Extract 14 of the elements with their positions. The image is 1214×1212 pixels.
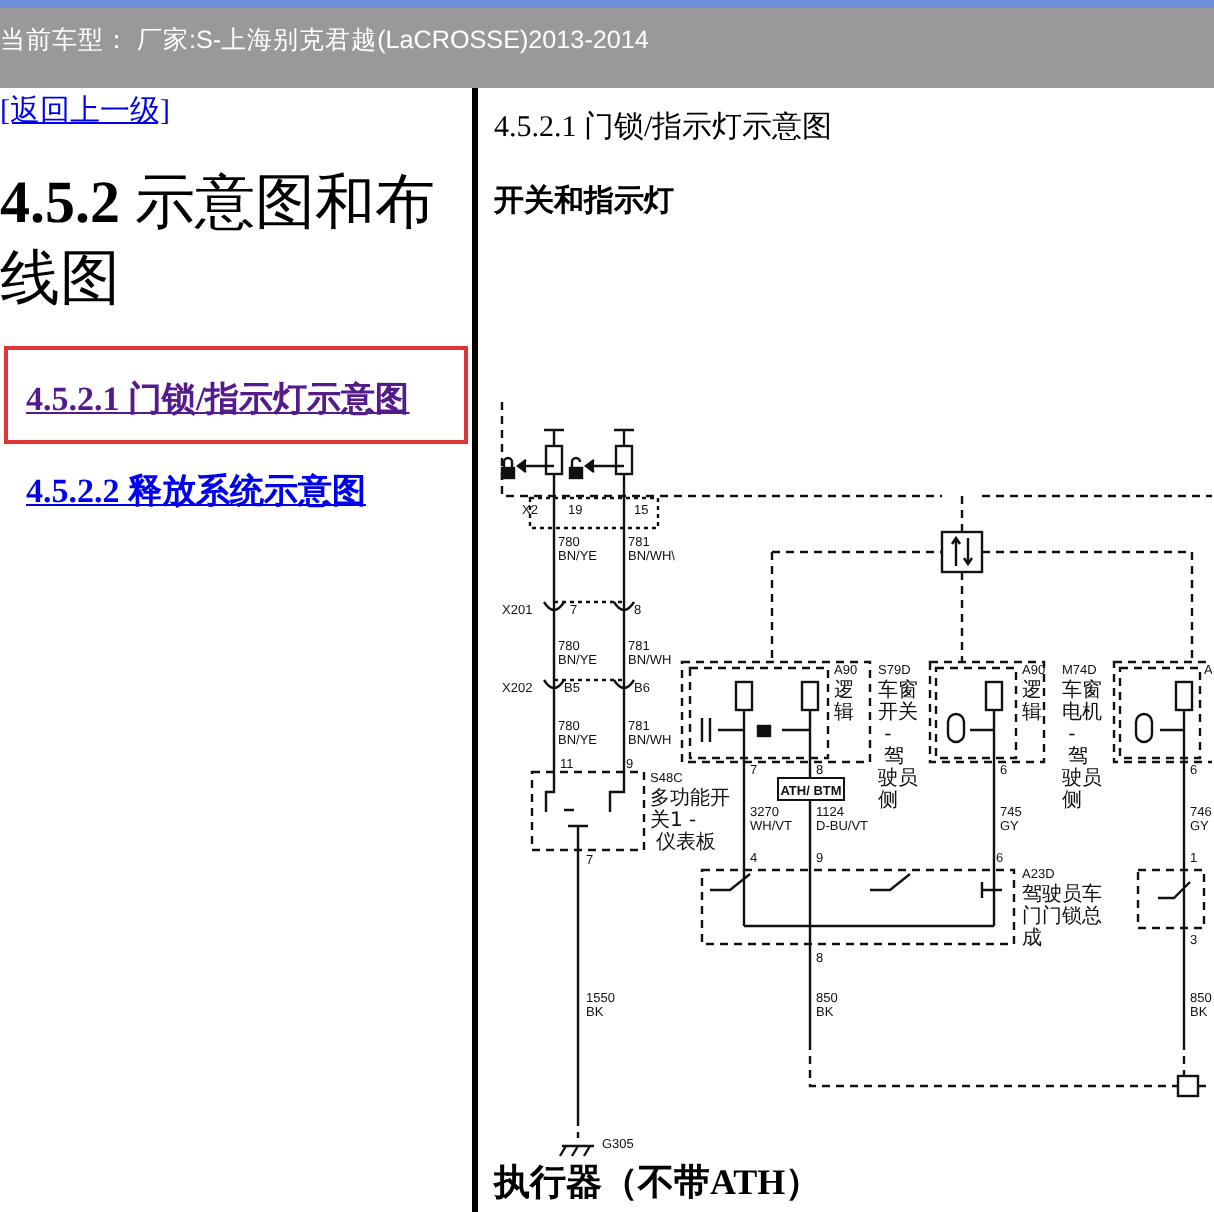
toc-link[interactable]: 4.5.2.2 释放系统示意图 xyxy=(26,472,366,510)
diagram-label: 多功能开关1 - 仪表板 xyxy=(650,788,730,854)
section-heading: 4.5.2 示意图和布线图 xyxy=(0,168,437,316)
back-link[interactable]: [返回上一级] xyxy=(0,92,472,130)
toc-link[interactable]: 4.5.2.1 门锁/指示灯示意图 xyxy=(26,380,410,418)
section-title: 开关和指示灯 xyxy=(494,182,676,220)
diagram-title: 4.5.2.1 门锁/指示灯示意图 xyxy=(494,108,835,146)
diagram-label: 逻辑 xyxy=(834,680,854,724)
diagram-label: 驾驶员车门门锁总成 xyxy=(1022,884,1102,950)
vehicle-model-label: 当前车型： 厂家:S-上海别克君越(LaCROSSE)2013-2014 xyxy=(0,24,651,58)
diagram-label: 逻辑 xyxy=(1022,680,1042,724)
next-section-heading: 执行器（不带ATH） xyxy=(494,1160,824,1206)
diagram-label: 车窗开关 - 驾驶员侧 xyxy=(878,680,918,812)
diagram-label: 车窗电机 - 驾驶员侧 xyxy=(1062,680,1102,812)
